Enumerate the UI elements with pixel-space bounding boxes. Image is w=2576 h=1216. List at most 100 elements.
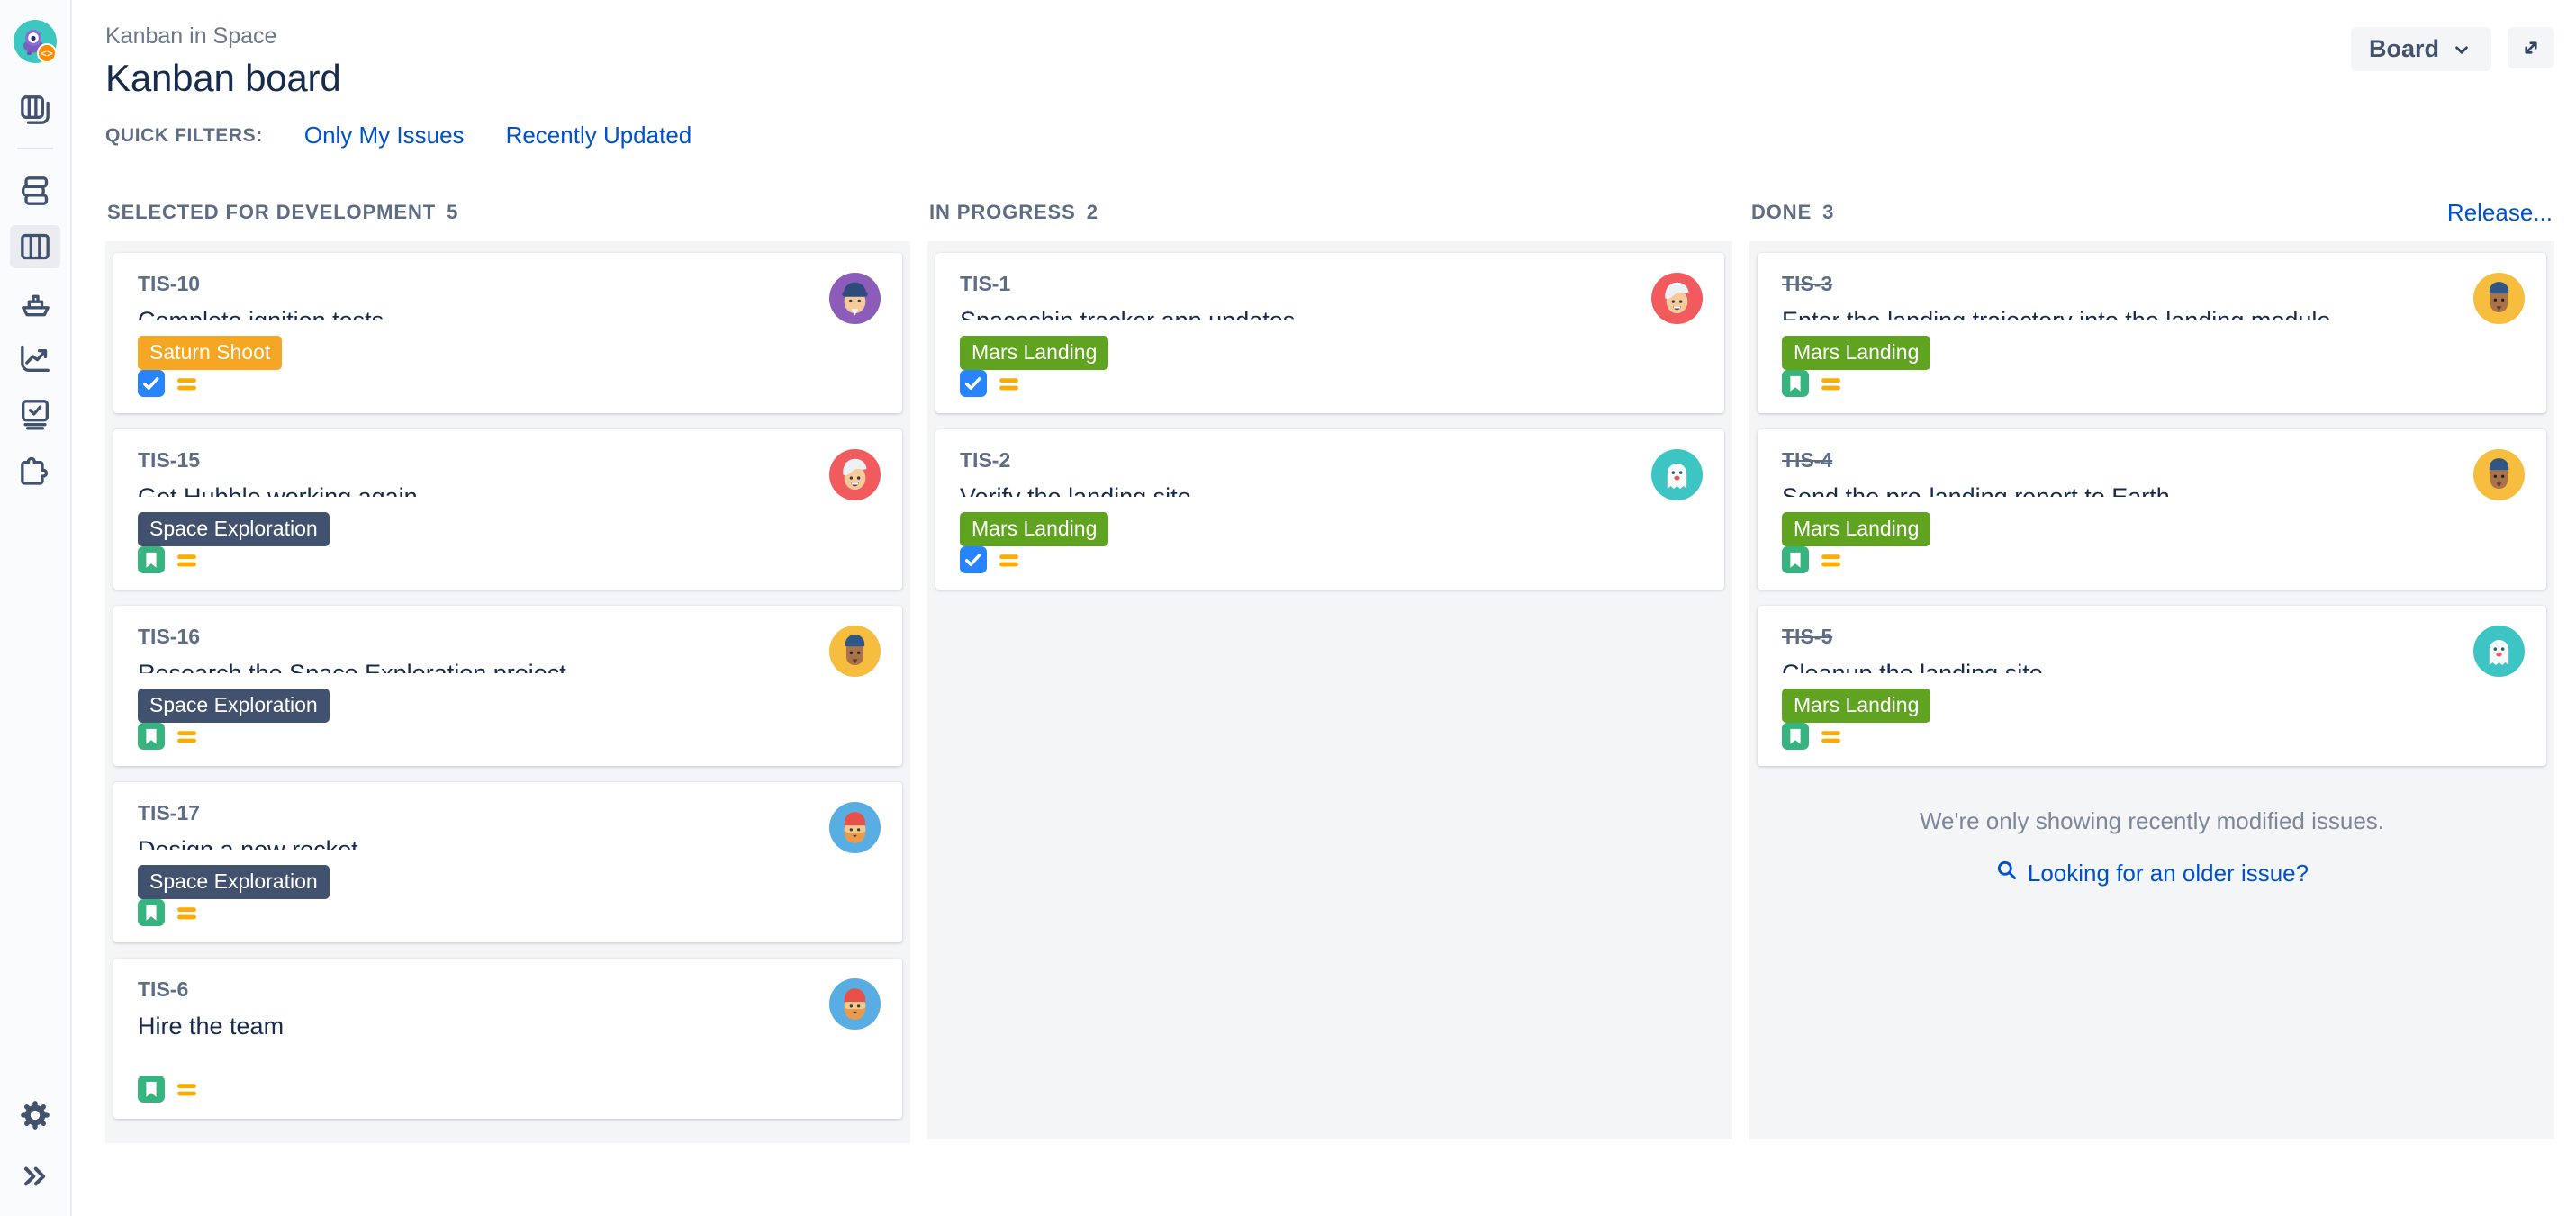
sidebar-item-board-active[interactable]: [10, 225, 60, 268]
avatar-ghost-teal[interactable]: [2473, 626, 2525, 677]
story-type-icon: [138, 1076, 165, 1103]
task-type-icon: [960, 546, 987, 573]
issue-label-chip: Space Exploration: [138, 512, 330, 546]
sidebar-item-backlog[interactable]: [10, 169, 60, 212]
column-count: 3: [1822, 201, 1833, 224]
avatar-beanie-blue[interactable]: [829, 978, 881, 1030]
column-count: 5: [447, 201, 457, 224]
card-list: TIS-1 Spaceship tracker app updates Mars…: [935, 253, 1724, 590]
issues-pages-icon: [17, 396, 53, 432]
sidebar-item-boards[interactable]: [10, 88, 60, 131]
issue-card-tis-10[interactable]: TIS-10 Complete ignition tests Saturn Sh…: [113, 253, 902, 413]
sidebar-item-issues[interactable]: [10, 392, 60, 436]
sidebar-item-releases[interactable]: [10, 281, 60, 324]
project-avatar[interactable]: <>: [14, 20, 57, 63]
task-type-icon: [960, 370, 987, 397]
column-count: 2: [1087, 201, 1098, 224]
issue-card-tis-15[interactable]: TIS-15 Get Hubble working again Space Ex…: [113, 429, 902, 590]
filter-only-my-issues[interactable]: Only My Issues: [304, 122, 465, 149]
board-menu-button[interactable]: Board: [2351, 27, 2491, 71]
fullscreen-button[interactable]: [2508, 27, 2554, 68]
avatar-capman-yellow[interactable]: [829, 626, 881, 677]
task-type-icon: [138, 370, 165, 397]
issue-meta-icons: [138, 370, 199, 397]
priority-medium-icon: [175, 1077, 199, 1102]
column-title: SELECTED FOR DEVELOPMENT: [107, 201, 436, 224]
board-columns-icon: [17, 229, 53, 265]
issue-card-tis-16[interactable]: TIS-16 Research the Space Exploration pr…: [113, 606, 902, 766]
story-type-icon: [138, 546, 165, 573]
column-footer: We're only showing recently modified iss…: [1758, 782, 2546, 888]
avatar-capman-yellow[interactable]: [2473, 449, 2525, 500]
board-column: SELECTED FOR DEVELOPMENT 5 TIS-10 Comple…: [105, 200, 910, 1143]
issue-card-tis-6[interactable]: TIS-6 Hire the team: [113, 959, 902, 1119]
sidebar-item-reports[interactable]: [10, 337, 60, 380]
issue-card-tis-3[interactable]: TIS-3 Enter the landing trajectory into …: [1758, 253, 2546, 413]
avatar-oldman-red[interactable]: [829, 449, 881, 500]
board: SELECTED FOR DEVELOPMENT 5 TIS-10 Comple…: [72, 149, 2576, 1143]
story-type-icon: [1782, 723, 1809, 750]
column-header: DONE 3 Release...: [1749, 200, 2554, 225]
avatar-capman-yellow[interactable]: [2473, 273, 2525, 324]
sidebar-expand-button[interactable]: [10, 1155, 60, 1198]
column-title: IN PROGRESS: [929, 201, 1076, 224]
issue-summary: Complete ignition tests: [138, 306, 469, 320]
column-header: SELECTED FOR DEVELOPMENT 5: [105, 200, 910, 225]
issue-summary: Send the pre-landing report to Earth: [1782, 482, 2255, 497]
issue-label-chip: Saturn Shoot: [138, 336, 282, 370]
issue-card-tis-2[interactable]: TIS-2 Verify the landing site Mars Landi…: [935, 429, 1724, 590]
priority-medium-icon: [1819, 725, 1843, 749]
sidebar: <>: [0, 0, 72, 1216]
priority-medium-icon: [175, 372, 199, 396]
priority-medium-icon: [175, 725, 199, 749]
column-body: TIS-1 Spaceship tracker app updates Mars…: [927, 241, 1732, 1139]
column-title: DONE: [1751, 201, 1812, 224]
quick-filters-bar: QUICK FILTERS: Only My Issues Recently U…: [105, 122, 2576, 149]
issue-card-tis-5[interactable]: TIS-5 Cleanup the landing site Mars Land…: [1758, 606, 2546, 766]
card-list: TIS-3 Enter the landing trajectory into …: [1758, 253, 2546, 766]
release-link[interactable]: Release...: [2447, 199, 2553, 227]
issue-summary: Research the Space Exploration project: [138, 659, 652, 673]
priority-medium-icon: [1819, 372, 1843, 396]
issue-meta-icons: [1782, 546, 1843, 573]
story-type-icon: [138, 723, 165, 750]
issue-label-chip: Mars Landing: [1782, 689, 1930, 723]
issue-summary: Cleanup the landing site: [1782, 659, 2129, 673]
issue-meta-icons: [1782, 370, 1843, 397]
avatar-oldman-red[interactable]: [1651, 273, 1703, 324]
issue-key: TIS-16: [138, 625, 200, 649]
topbar: Kanban in Space Kanban board Board: [72, 0, 2576, 100]
issue-key: TIS-1: [960, 272, 1010, 296]
avatar-sailor-purple[interactable]: [829, 273, 881, 324]
issue-card-tis-4[interactable]: TIS-4 Send the pre-landing report to Ear…: [1758, 429, 2546, 590]
sidebar-divider: [17, 148, 53, 149]
issue-meta-icons: [138, 546, 199, 573]
issue-key: TIS-2: [960, 448, 1010, 473]
issue-key: TIS-5: [1782, 625, 1832, 649]
older-issue-link[interactable]: Looking for an older issue?: [1995, 859, 2309, 888]
svg-text:<>: <>: [41, 50, 53, 60]
sidebar-item-settings[interactable]: [10, 1094, 60, 1137]
issue-summary: Design a new rocket: [138, 835, 444, 850]
issue-card-tis-17[interactable]: TIS-17 Design a new rocket Space Explora…: [113, 782, 902, 942]
issue-label-chip: Space Exploration: [138, 689, 330, 723]
story-type-icon: [1782, 370, 1809, 397]
puzzle-icon: [17, 452, 53, 488]
breadcrumb[interactable]: Kanban in Space: [105, 23, 341, 50]
issue-meta-icons: [960, 546, 1021, 573]
issue-card-tis-1[interactable]: TIS-1 Spaceship tracker app updates Mars…: [935, 253, 1724, 413]
priority-medium-icon: [997, 548, 1021, 572]
search-icon: [1995, 859, 2019, 888]
sidebar-item-addons[interactable]: [10, 448, 60, 491]
priority-medium-icon: [175, 548, 199, 572]
quick-filters-label: QUICK FILTERS:: [105, 125, 263, 147]
issue-summary: Get Hubble working again: [138, 482, 503, 497]
sidebar-bottom-group: [0, 1094, 70, 1198]
avatar-ghost-teal[interactable]: [1651, 449, 1703, 500]
recently-modified-note: We're only showing recently modified iss…: [1758, 807, 2546, 835]
issue-key: TIS-6: [138, 977, 188, 1002]
filter-recently-updated[interactable]: Recently Updated: [506, 122, 692, 149]
issue-key: TIS-15: [138, 448, 200, 473]
line-chart-icon: [17, 340, 53, 376]
avatar-beanie-blue[interactable]: [829, 802, 881, 853]
